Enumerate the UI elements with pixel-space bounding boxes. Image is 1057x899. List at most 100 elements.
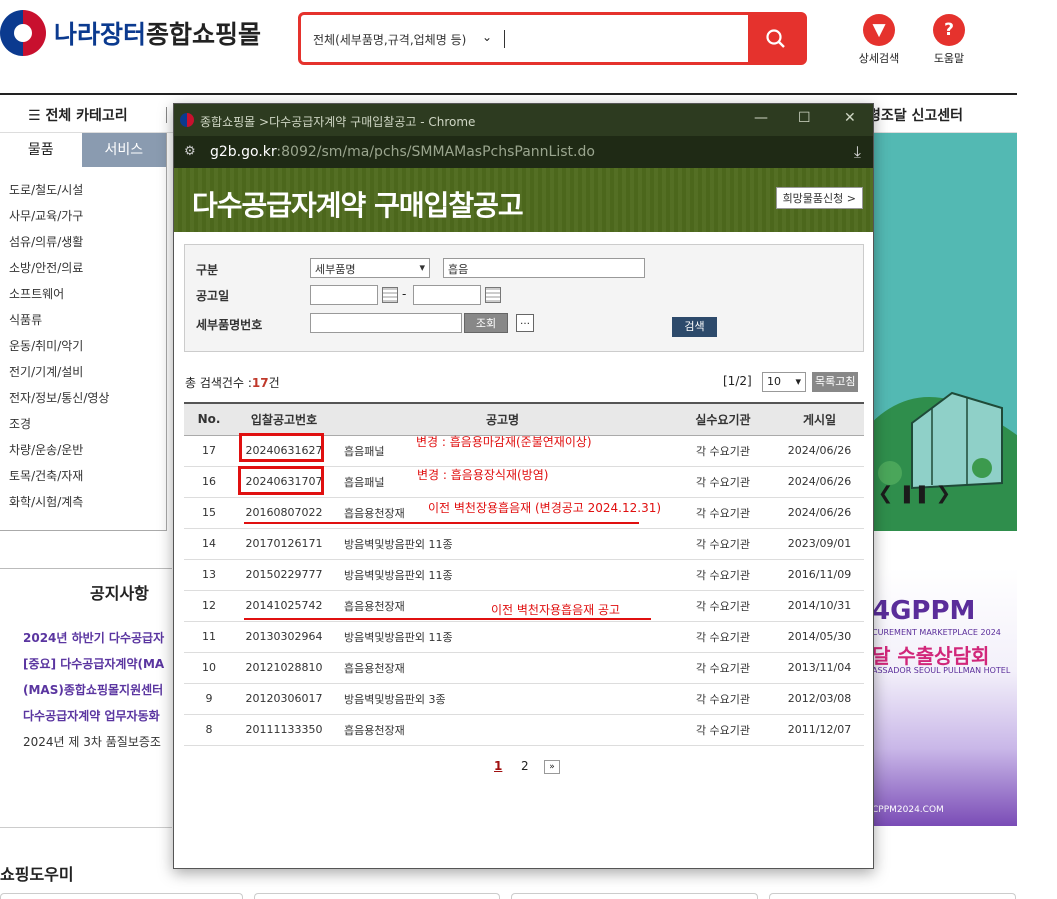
table-row[interactable]: 11 20130302964 방음벽및방음판외 11종 각 수요기관 2014/05/3… bbox=[184, 621, 864, 653]
site-settings-icon[interactable]: ⚙ bbox=[184, 144, 196, 159]
category-item[interactable]: 운동/취미/악기 bbox=[9, 333, 166, 359]
notice-item[interactable]: 2024년 하반기 다수공급자 bbox=[23, 625, 164, 651]
keyword-input[interactable]: 흡음 bbox=[443, 258, 645, 278]
text-cursor bbox=[504, 30, 505, 48]
annotation-text: 이전 벽천자용흡음재 공고 bbox=[491, 603, 621, 617]
category-item[interactable]: 차량/운송/운반 bbox=[9, 437, 166, 463]
category-item[interactable]: 섬유/의류/생활 bbox=[9, 229, 166, 255]
result-count: 총 검색건수 :17건 bbox=[185, 374, 280, 391]
demand-org: 각 수요기관 bbox=[671, 497, 775, 529]
table-row[interactable]: 10 20121028810 흡음용천장재 각 수요기관 2013/11/04 bbox=[184, 652, 864, 684]
table-row[interactable]: 8 20111133350 흡음용천장재 각 수요기관 2011/12/07 bbox=[184, 714, 864, 746]
detail-search-button[interactable]: ▼ 상세검색 bbox=[849, 14, 909, 66]
column-header: No. bbox=[184, 402, 234, 436]
close-icon[interactable]: ✕ bbox=[844, 110, 856, 126]
notice-name[interactable]: 방음벽및방음판외 3종 bbox=[334, 683, 671, 715]
refresh-list-button[interactable]: 목록고침 bbox=[812, 372, 859, 392]
site-logo[interactable]: 나라장터 종합쇼핑몰 bbox=[0, 10, 261, 56]
category-item[interactable]: 사무/교육/가구 bbox=[9, 203, 166, 229]
help-button[interactable]: ? 도움말 bbox=[919, 14, 979, 66]
search-form: 구분 세부품명 ▾ 흡음 공고일 - 세부품명번호 조회 … 검색 bbox=[184, 244, 864, 352]
page-link[interactable]: 2 bbox=[521, 759, 529, 773]
procurement-expo-banner[interactable]: 4GPPM CUREMENT MARKETPLACE 2024 달 수출상담회 … bbox=[872, 568, 1017, 826]
banner-controls[interactable]: ❮ ❚❚ ❯ bbox=[878, 483, 951, 504]
help-card[interactable] bbox=[0, 893, 243, 899]
notice-name[interactable]: 흡음용천장재 bbox=[334, 714, 671, 746]
filter-icon: ▼ bbox=[863, 14, 895, 46]
page-link-current[interactable]: 1 bbox=[494, 759, 502, 773]
table-row[interactable]: 14 20170126171 방음벽및방음판외 11종 각 수요기관 2023/09/0… bbox=[184, 528, 864, 560]
wish-item-button[interactable]: 희망물품신청 > bbox=[775, 187, 863, 209]
notice-item[interactable]: 2024년 제 3차 품질보증조 bbox=[23, 729, 164, 755]
help-card[interactable] bbox=[511, 893, 758, 899]
download-icon[interactable]: ⤓ bbox=[854, 142, 861, 162]
category-item[interactable]: 전자/정보/통신/영상 bbox=[9, 385, 166, 411]
search-bar[interactable]: 전체(세부품명,규격,업체명 등) ⌄ bbox=[298, 12, 807, 65]
shop-help-title: 쇼핑도우미 bbox=[0, 865, 74, 884]
divider bbox=[166, 107, 167, 123]
chevron-down-icon[interactable]: ⌄ bbox=[482, 30, 492, 44]
page-title: 다수공급자계약 구매입찰공고 bbox=[192, 189, 524, 222]
count-label: 총 검색건수 : bbox=[185, 376, 252, 390]
help-card[interactable] bbox=[254, 893, 500, 899]
demand-org: 각 수요기관 bbox=[671, 466, 775, 498]
category-item[interactable]: 소프트웨어 bbox=[9, 281, 166, 307]
category-item[interactable]: 소방/안전/의료 bbox=[9, 255, 166, 281]
notice-name[interactable]: 흡음용천장재 bbox=[334, 652, 671, 684]
row-number: 16 bbox=[184, 466, 234, 498]
next-page-icon[interactable]: » bbox=[544, 760, 560, 774]
calendar-icon[interactable] bbox=[382, 287, 398, 303]
search-button[interactable] bbox=[748, 15, 804, 62]
help-card[interactable] bbox=[769, 893, 1016, 899]
notice-name[interactable]: 방음벽및방음판외 11종 bbox=[334, 621, 671, 653]
start-date-input[interactable] bbox=[310, 285, 378, 305]
item-number-input[interactable] bbox=[310, 313, 462, 333]
category-item[interactable]: 전기/기계/설비 bbox=[9, 359, 166, 385]
address-bar[interactable]: ⚙ g2b.go.kr:8092/sm/ma/pchs/SMMAMasPchsP… bbox=[174, 136, 873, 168]
notice-item[interactable]: [중요] 다수공급자계약(MA bbox=[23, 651, 164, 677]
count-unit: 건 bbox=[268, 376, 280, 390]
category-item[interactable]: 화학/시험/계측 bbox=[9, 489, 166, 515]
row-number: 13 bbox=[184, 559, 234, 591]
search-category-select[interactable]: 전체(세부품명,규격,업체명 등) bbox=[313, 31, 466, 48]
maximize-icon[interactable]: ☐ bbox=[798, 110, 811, 126]
all-category-button[interactable]: ☰ 전체 카테고리 bbox=[28, 105, 128, 125]
end-date-input[interactable] bbox=[413, 285, 481, 305]
demand-org: 각 수요기관 bbox=[671, 590, 775, 622]
column-header: 실수요기관 bbox=[671, 402, 775, 436]
bid-number: 20141025742 bbox=[234, 590, 334, 622]
table-row[interactable]: 9 20120306017 방음벽및방음판외 3종 각 수요기관 2012/03/08 bbox=[184, 683, 864, 715]
minimize-icon[interactable]: — bbox=[754, 110, 768, 126]
url-path: :8092/sm/ma/pchs/SMMAMasPchsPannList.do bbox=[276, 144, 595, 160]
post-date: 2011/12/07 bbox=[775, 714, 864, 746]
notice-item[interactable]: 다수공급자계약 업무자동화 bbox=[23, 703, 164, 729]
category-item[interactable]: 도로/철도/시설 bbox=[9, 177, 166, 203]
annotation-text: 변경 : 흡음용마감재(준불연재이상) bbox=[416, 435, 592, 449]
calendar-icon[interactable] bbox=[485, 287, 501, 303]
category-item[interactable]: 토목/건축/자재 bbox=[9, 463, 166, 489]
category-item[interactable]: 조경 bbox=[9, 411, 166, 437]
lookup-popup-icon[interactable]: … bbox=[516, 314, 534, 332]
post-date: 2014/05/30 bbox=[775, 621, 864, 653]
row-number: 10 bbox=[184, 652, 234, 684]
hamburger-icon: ☰ bbox=[28, 108, 41, 124]
category-item[interactable]: 식품류 bbox=[9, 307, 166, 333]
help-label: 도움말 bbox=[933, 52, 965, 65]
greenhouse-banner[interactable]: ❮ ❚❚ ❯ bbox=[872, 133, 1017, 531]
post-date: 2012/03/08 bbox=[775, 683, 864, 715]
tab-goods[interactable]: 물품 bbox=[0, 133, 82, 167]
search-submit-button[interactable]: 검색 bbox=[672, 317, 717, 337]
table-row[interactable]: 13 20150229777 방음벽및방음판외 11종 각 수요기관 2016/11/0… bbox=[184, 559, 864, 591]
per-page-select[interactable]: 10 ▾ bbox=[762, 372, 806, 392]
lookup-button[interactable]: 조회 bbox=[464, 313, 508, 333]
category-select[interactable]: 세부품명 ▾ bbox=[310, 258, 430, 278]
notice-name[interactable]: 방음벽및방음판외 11종 bbox=[334, 559, 671, 591]
tab-services[interactable]: 서비스 bbox=[81, 133, 166, 167]
notice-name[interactable]: 방음벽및방음판외 11종 bbox=[334, 528, 671, 560]
page-header: 다수공급자계약 구매입찰공고 희망물품신청 > bbox=[174, 168, 873, 232]
report-center-link[interactable]: 령조달 신고센터 bbox=[868, 105, 963, 125]
demand-org: 각 수요기관 bbox=[671, 652, 775, 684]
window-titlebar[interactable]: 종합쇼핑몰 >다수공급자계약 구매입찰공고 - Chrome — ☐ ✕ bbox=[174, 104, 873, 136]
notice-item[interactable]: (MAS)종합쇼핑몰지원센터 bbox=[23, 677, 164, 703]
bid-number: 20150229777 bbox=[234, 559, 334, 591]
